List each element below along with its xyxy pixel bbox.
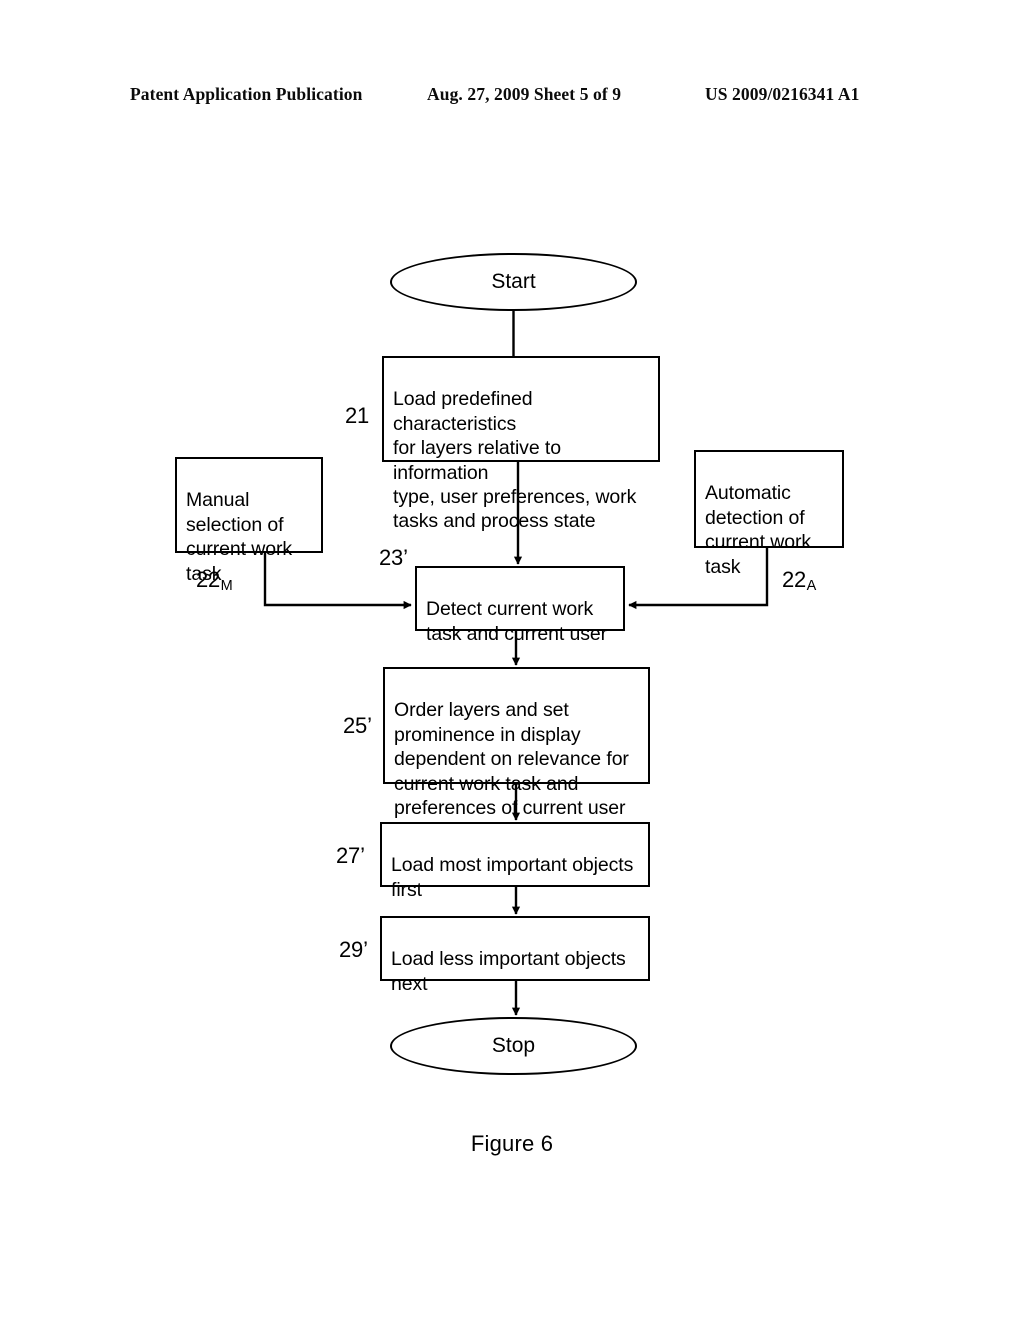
flow-node-stop: Stop — [390, 1017, 637, 1075]
reference-numeral-22a-number: 22 — [782, 567, 807, 592]
flow-node-29-label: Load less important objects next — [391, 948, 626, 995]
flow-node-automatic-detection: Automatic detection of current work task — [694, 450, 844, 578]
flow-node-21-label: Load predefined characteristics for laye… — [393, 388, 637, 533]
reference-numeral-22m: 22M — [196, 567, 233, 594]
reference-numeral-22m-subscript: M — [220, 578, 233, 594]
flowchart-diagram: Start Load predefined characteristics fo… — [0, 0, 1024, 1320]
reference-numeral-21: 21 — [345, 403, 370, 428]
flow-node-load-most-important-objects: Load most important objects first — [380, 822, 650, 901]
figure-caption: Figure 6 — [470, 1131, 554, 1156]
flow-node-25-label: Order layers and set prominence in displ… — [394, 699, 629, 820]
flow-node-27-label: Load most important objects first — [391, 854, 634, 901]
reference-numeral-29: 29’ — [339, 937, 368, 962]
flow-node-automatic-label: Automatic detection of current work task — [705, 482, 812, 578]
connector-automatic-to-23 — [628, 548, 769, 610]
flow-node-order-layers: Order layers and set prominence in displ… — [383, 667, 650, 819]
reference-numeral-22m-number: 22 — [196, 567, 221, 592]
flow-node-detect-current-work-task: Detect current work task and current use… — [415, 566, 625, 645]
flow-node-load-less-important-objects: Load less important objects next — [380, 916, 650, 995]
flow-node-start-label: Start — [491, 270, 536, 293]
flow-node-manual-selection: Manual selection of current work task — [175, 457, 323, 585]
reference-numeral-22a: 22A — [782, 567, 817, 594]
reference-numeral-27: 27’ — [336, 843, 365, 868]
flow-node-23-label: Detect current work task and current use… — [426, 598, 608, 645]
flowchart-connectors — [263, 311, 769, 1016]
reference-numeral-23: 23’ — [379, 545, 408, 570]
reference-numeral-22a-subscript: A — [806, 578, 817, 594]
reference-numeral-25: 25’ — [343, 713, 372, 738]
flow-node-load-predefined-characteristics: Load predefined characteristics for laye… — [382, 356, 660, 532]
flow-node-start: Start — [390, 253, 637, 311]
flow-node-stop-label: Stop — [491, 1034, 536, 1057]
